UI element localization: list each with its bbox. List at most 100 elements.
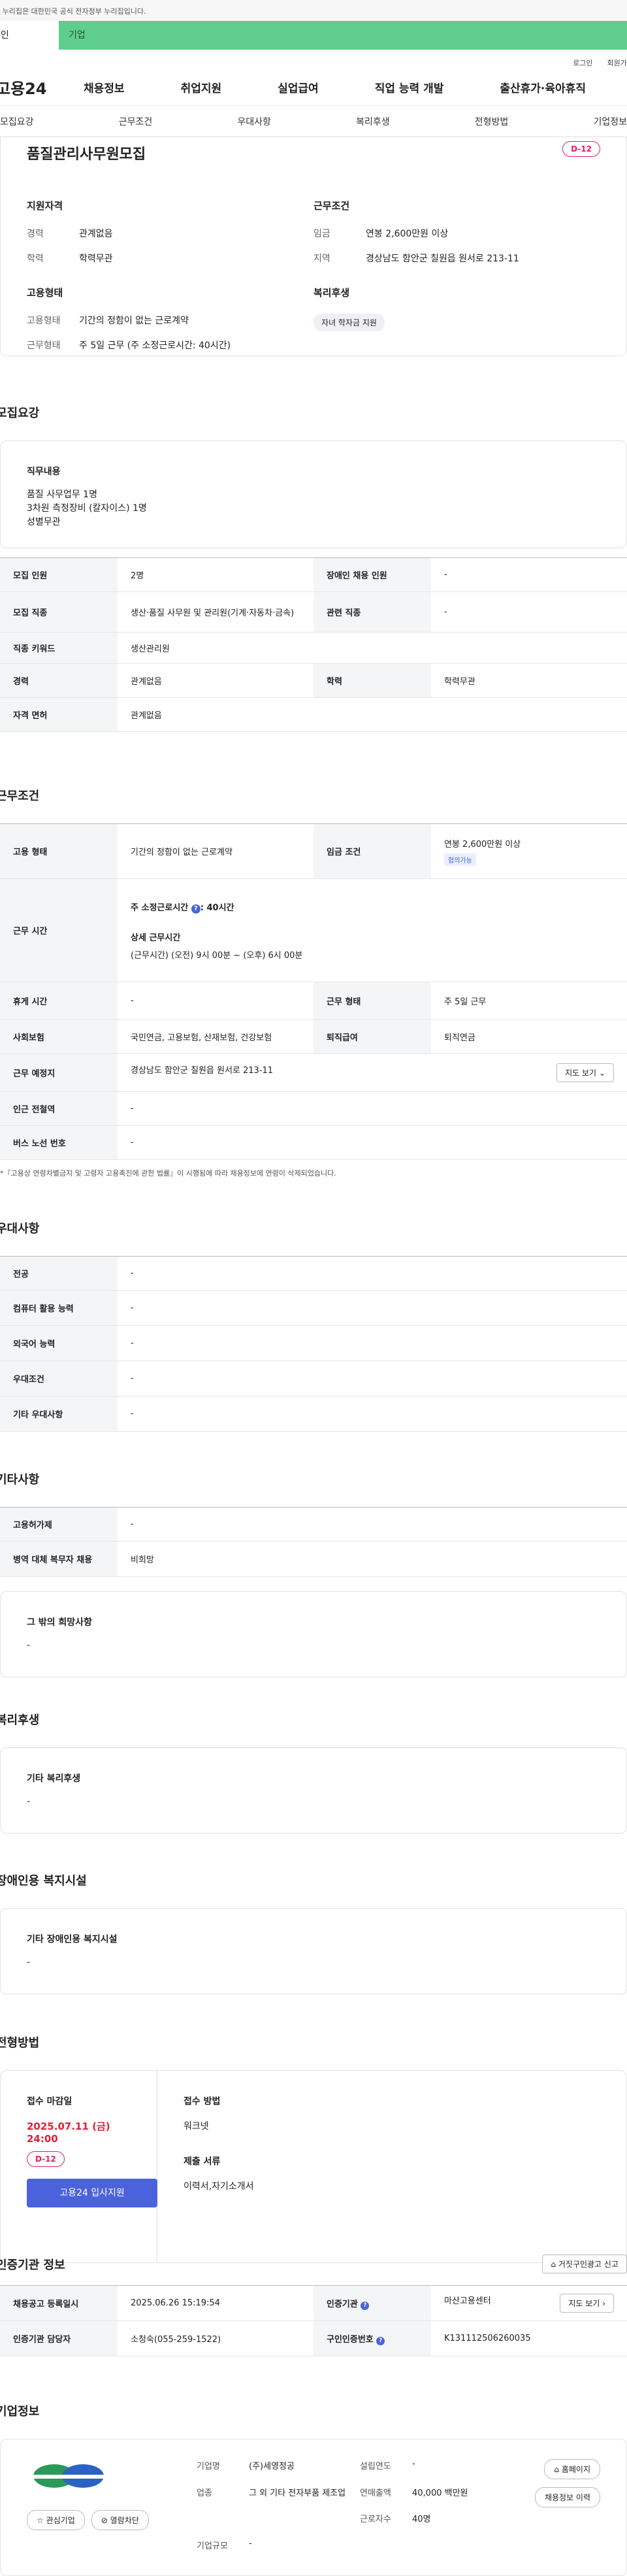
welfare-chip: 자녀 학자금 지원 [314, 314, 385, 331]
table-row: 경력 관계없음 학력 학력무관 [0, 663, 627, 698]
wage-cell: 연봉 2,600만원 이상 협의가능 [431, 823, 627, 879]
subnav-apply[interactable]: 전형방법 [475, 115, 509, 128]
work-table: 고용 형태 기간의 정함이 없는 근로계약 임금 조건 연봉 2,600만원 이… [0, 823, 627, 1160]
job-title: 품질관리사무원모집 [27, 146, 146, 163]
row-label: 사회보험 [0, 1019, 118, 1054]
table-row: 모집 직종 생산·품질 사무원 및 관리원(기계·자동차·금속) 관련 직종 - [0, 591, 627, 633]
util-links: 로그인 회원가입 [0, 50, 627, 69]
cond-region-label: 지역 [314, 254, 330, 264]
history-label: 채용정보 이력 [544, 2493, 590, 2502]
emp-title: 고용형태 [27, 287, 63, 299]
cond-wage-value: 연봉 2,600만원 이상 [366, 229, 449, 239]
site-logo[interactable]: 고용24 [0, 76, 84, 99]
tab-company[interactable]: 기업 [59, 21, 627, 50]
emp-type-label: 고용형태 [27, 316, 61, 326]
row-label: 근무 예정지 [0, 1053, 118, 1092]
row-value: - [118, 1361, 627, 1396]
etc-section: 기타사항 고용허가제 - 병역 대체 복무자 채용 비희망 그 밖의 희망사항 - [0, 1470, 627, 1677]
etc-table: 고용허가제 - 병역 대체 복무자 채용 비희망 [0, 1507, 627, 1577]
row-label: 전공 [0, 1256, 118, 1291]
subnav-pref[interactable]: 우대사항 [237, 115, 271, 128]
field-value: 40명 [412, 2515, 431, 2524]
chevron-right-icon: › [602, 2299, 605, 2308]
company-section: 기업정보 ☆ 관심기업 ⊘ 열람차단 기업명 (주)세영정공 설립연도 - 업종 그 … [0, 2402, 627, 2576]
age-note: *『고용상 연령차별금지 및 고령자 고용촉진에 관한 법률』이 시행됨에 따라… [0, 1169, 336, 1178]
tab-personal[interactable]: 개인 [0, 21, 59, 50]
place-cell: 경상남도 함안군 칠원읍 원서로 213-11 지도 보기 ⌄ [118, 1053, 627, 1092]
subnav-welfare[interactable]: 복리후생 [356, 115, 390, 128]
row-label: 우대조건 [0, 1361, 118, 1396]
menu-jobs[interactable]: 채용정보 [84, 79, 125, 95]
row-value: 2025.06.26 15:19:54 [118, 2285, 314, 2321]
org-cell: 마산고용센터 지도 보기 › [431, 2285, 627, 2321]
menu-employment-support[interactable]: 취업지원 [181, 79, 222, 95]
work-section: 근무조건 고용 형태 기간의 정함이 없는 근로계약 임금 조건 연봉 2,60… [0, 787, 627, 1178]
row-value: - [431, 557, 627, 592]
org-map-button[interactable]: 지도 보기 › [560, 2294, 614, 2313]
apply-section: 전형방법 접수 마감일 2025.07.11 (금) 24:00 D-12 고용… [0, 2034, 627, 2263]
row-value: 학력무관 [431, 663, 627, 698]
welfare-box-value: - [27, 1796, 31, 1807]
table-row: 근무 시간 주 소정근로시간 ?: 40시간 상세 근무시간 (근무시간) (오… [0, 878, 627, 982]
row-value: - [118, 1256, 627, 1291]
company-fields: 기업명 (주)세영정공 설립연도 - 업종 그 외 기타 전자부품 제조업 연매출액 4… [197, 2459, 522, 2556]
row-label: 근무 형태 [314, 982, 431, 1020]
recruit-table: 모집 인원 2명 장애인 채용 인원 - 모집 직종 생산·품질 사무원 및 관리원(기… [0, 557, 627, 732]
company-title: 기업정보 [0, 2405, 40, 2419]
subnav-work[interactable]: 근무조건 [119, 115, 153, 128]
table-row: 컴퓨터 활용 능력 - [0, 1290, 627, 1326]
section-subnav: 모집요강 근무조건 우대사항 복리후생 전형방법 기업정보 [0, 106, 627, 137]
history-button[interactable]: 채용정보 이력 [534, 2487, 600, 2507]
gov-banner: 이 누리집은 대한민국 공식 전자정부 누리집입니다. [0, 0, 627, 21]
wage-value: 연봉 2,600만원 이상 [444, 839, 521, 850]
table-row: 고용허가제 - [0, 1507, 627, 1542]
org-value: 마산고용센터 [444, 2296, 491, 2306]
menu-parental-leave[interactable]: 출산휴가·육아휴직 [500, 79, 586, 95]
info-icon[interactable]: ? [191, 904, 201, 914]
docs-title: 제출 서류 [184, 2156, 221, 2167]
signup-link[interactable]: 회원가입 [607, 58, 627, 69]
table-row: 채용공고 등록일시 2025.06.26 15:19:54 인증기관 ? 마산고용센터… [0, 2285, 627, 2321]
homepage-button[interactable]: ⌂ 홈페이지 [544, 2459, 600, 2479]
org-label: 인증기관 [327, 2299, 358, 2309]
subnav-company[interactable]: 기업정보 [593, 115, 627, 128]
welfare-title: 복리후생 [0, 1713, 40, 1727]
menu-unemployment-benefit[interactable]: 실업급여 [278, 79, 319, 95]
row-label: 관련 직종 [314, 591, 431, 633]
apply-box: 접수 마감일 2025.07.11 (금) 24:00 D-12 고용24 입사… [0, 2070, 627, 2263]
cert-title: 인증기관 정보 [0, 2258, 65, 2272]
info-icon[interactable]: ? [361, 2301, 370, 2310]
like-company-label: 관심기업 [46, 2516, 75, 2525]
field-value: - [249, 2538, 252, 2549]
pref-table: 전공 - 컴퓨터 활용 능력 - 외국어 능력 - 우대조건 - 기타 우대사항 - [0, 1256, 627, 1432]
report-button[interactable]: ⌂ 거짓구인광고 신고 [542, 2254, 627, 2273]
hours-detail-value: (근무시간) (오전) 9시 00분 ~ (오후) 6시 00분 [131, 950, 303, 961]
like-company-button[interactable]: ☆ 관심기업 [27, 2510, 85, 2530]
row-value: 소청숙(055-259-1522) [118, 2320, 314, 2356]
disabled-title: 장애인용 복지시설 [0, 1874, 87, 1888]
row-value: 2명 [118, 557, 314, 592]
row-value: 생산관리원 [118, 632, 627, 664]
tab-company-label: 기업 [69, 30, 86, 41]
row-label: 임금 조건 [314, 823, 431, 879]
map-button-label: 지도 보기 [565, 1068, 597, 1078]
field-label: 기업규모 [197, 2541, 228, 2551]
row-label: 컴퓨터 활용 능력 [0, 1290, 118, 1326]
menu-vocational-training[interactable]: 직업 능력 개발 [375, 79, 444, 95]
apply-title: 전형방법 [0, 2036, 40, 2050]
block-company-button[interactable]: ⊘ 열람차단 [91, 2510, 149, 2530]
qual-edu: 학력 학력무관 [27, 252, 314, 265]
info-icon[interactable]: ? [376, 2336, 385, 2345]
cert-section: 인증기관 정보 ⌂ 거짓구인광고 신고 채용공고 등록일시 2025.06.26 … [0, 2254, 627, 2356]
map-button[interactable]: 지도 보기 ⌄ [556, 1063, 614, 1082]
row-value: 생산·품질 사무원 및 관리원(기계·자동차·금속) [118, 591, 314, 633]
table-row: 근무 예정지 경상남도 함안군 칠원읍 원서로 213-11 지도 보기 ⌄ [0, 1053, 627, 1092]
subnav-recruit[interactable]: 모집요강 [0, 115, 34, 128]
gov-banner-text: 이 누리집은 대한민국 공식 전자정부 누리집입니다. [0, 7, 146, 16]
apply-button[interactable]: 고용24 입사지원 [27, 2179, 157, 2207]
etc-title: 기타사항 [0, 1473, 40, 1487]
recruit-section: 모집요강 직무내용 품질 사무업무 1명 3차원 측정장비 (칼자이스) 1명 … [0, 404, 627, 732]
login-link[interactable]: 로그인 [573, 58, 592, 69]
field-value: - [412, 2459, 415, 2469]
company-logo [33, 2464, 105, 2488]
